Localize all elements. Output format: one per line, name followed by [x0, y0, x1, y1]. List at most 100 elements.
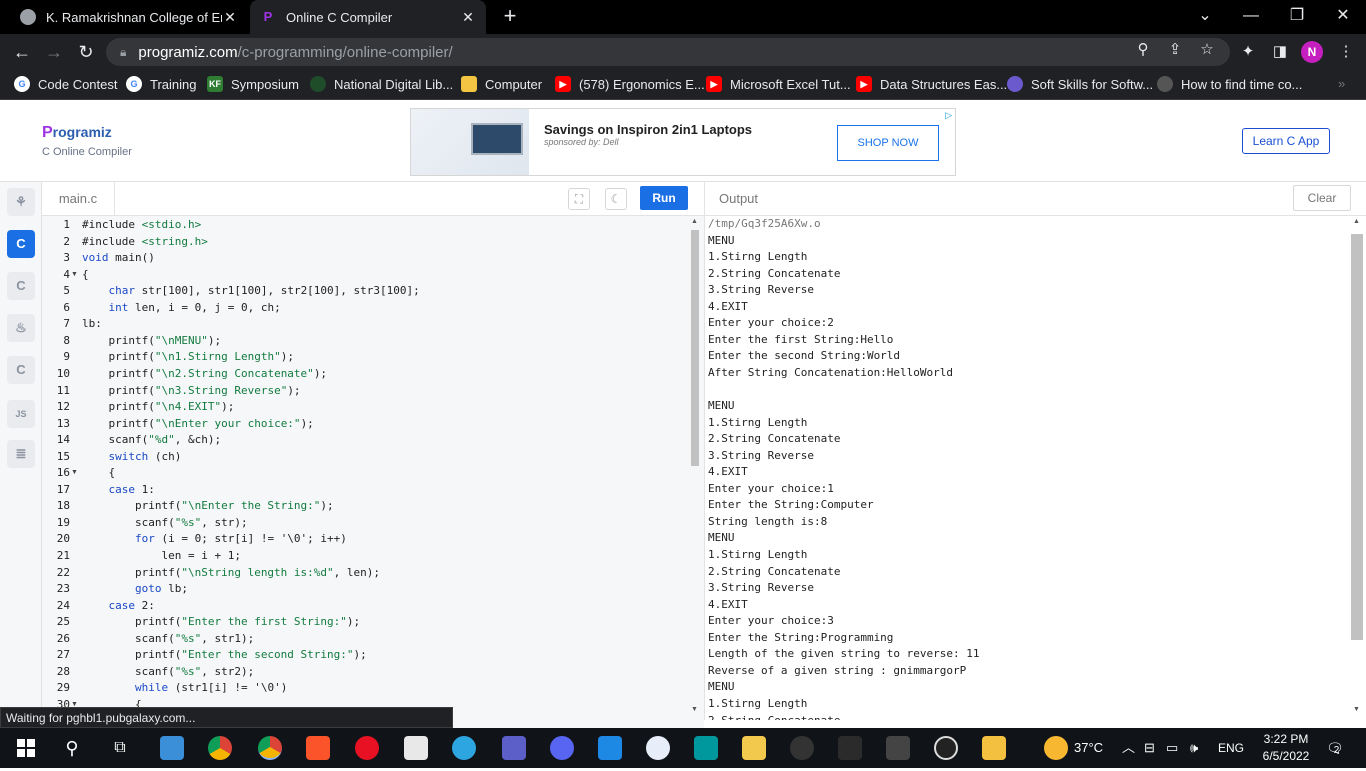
- csharp-icon[interactable]: C: [7, 356, 35, 384]
- volume-icon[interactable]: 🕪︎: [1190, 728, 1198, 768]
- arduino-icon[interactable]: [694, 736, 718, 760]
- code-line[interactable]: void main(): [82, 251, 155, 264]
- bookmark-item[interactable]: ▶ Microsoft Excel Tut...: [706, 76, 851, 92]
- address-bar[interactable]: 🔒︎ programiz.com/c-programming/online-co…: [106, 38, 1230, 66]
- reload-icon[interactable]: ↻: [74, 40, 98, 64]
- share-icon[interactable]: ⇪: [1164, 40, 1186, 58]
- code-line[interactable]: scanf("%s", str1);: [82, 632, 254, 645]
- audio-editor-icon[interactable]: [886, 736, 910, 760]
- this-pc-icon[interactable]: [160, 736, 184, 760]
- code-line[interactable]: #include <stdio.h>: [82, 218, 201, 231]
- code-line[interactable]: case 1:: [82, 483, 155, 496]
- fold-arrow-icon[interactable]: ▼: [71, 469, 78, 476]
- tab-search-icon[interactable]: ⌄: [1182, 0, 1228, 34]
- bookmark-item[interactable]: How to find time co...: [1157, 76, 1302, 92]
- code-line[interactable]: goto lb;: [82, 582, 188, 595]
- restore-icon[interactable]: ❐: [1274, 0, 1320, 34]
- code-line[interactable]: while (str1[i] != '\0'): [82, 681, 287, 694]
- python-icon[interactable]: ⚘: [7, 188, 35, 216]
- close-window-icon[interactable]: ✕: [1320, 0, 1366, 34]
- file-explorer-icon[interactable]: [982, 736, 1006, 760]
- bookmark-item[interactable]: ▶ Data Structures Eas...: [856, 76, 1007, 92]
- code-line[interactable]: scanf("%d", &ch);: [82, 433, 221, 446]
- bookmark-item[interactable]: G Training: [126, 76, 196, 92]
- code-line[interactable]: printf("\nEnter your choice:");: [82, 417, 313, 430]
- teams-icon[interactable]: [502, 736, 526, 760]
- menu-icon[interactable]: ⋮: [1334, 40, 1358, 64]
- bookmark-item[interactable]: Computer: [461, 76, 542, 92]
- code-line[interactable]: printf("\n1.Stirng Length");: [82, 350, 293, 363]
- chrome-icon[interactable]: [208, 736, 232, 760]
- search-icon[interactable]: ⚲: [60, 736, 84, 760]
- code-line[interactable]: printf("\nMENU");: [82, 334, 221, 347]
- battery-icon[interactable]: ▭: [1166, 728, 1178, 768]
- language-indicator[interactable]: ENG: [1218, 728, 1244, 768]
- code-line[interactable]: printf("\n2.String Concatenate");: [82, 367, 327, 380]
- zoom-search-icon[interactable]: ⚲: [1132, 40, 1154, 58]
- side-panel-icon[interactable]: ◨: [1268, 40, 1292, 64]
- bookmark-item[interactable]: G Code Contest: [14, 76, 118, 92]
- weather-icon[interactable]: [1044, 736, 1068, 760]
- more-bookmarks-icon[interactable]: »: [1338, 76, 1345, 91]
- c-language-icon[interactable]: C: [7, 230, 35, 258]
- advertisement-banner[interactable]: Savings on Inspiron 2in1 Laptops sponsor…: [410, 108, 956, 176]
- code-editor[interactable]: 1 2 3 4 ▼ 5 6 7 8 9 10 11 12 13 14 15 16 ▼ 17 18 19 20 21 22 23 2…: [42, 216, 704, 728]
- editor-scroll-thumb[interactable]: [691, 230, 699, 466]
- run-button[interactable]: Run: [640, 186, 688, 210]
- brave-icon[interactable]: [306, 736, 330, 760]
- bookmark-item[interactable]: Soft Skills for Softw...: [1007, 76, 1153, 92]
- browser-tab-compiler[interactable]: P Online C Compiler ✕: [250, 0, 486, 34]
- browser-tab-college[interactable]: K. Ramakrishnan College of Engir ✕: [10, 0, 248, 34]
- vscode-icon[interactable]: [598, 736, 622, 760]
- back-icon[interactable]: ←: [10, 40, 34, 64]
- code-line[interactable]: char str[100], str1[100], str2[100], str…: [82, 284, 420, 297]
- adchoices-icon[interactable]: ▷: [945, 110, 952, 121]
- chrome-profile-icon[interactable]: [258, 736, 282, 760]
- programiz-logo[interactable]: Programiz: [42, 124, 112, 142]
- output-scroll-thumb[interactable]: [1351, 234, 1363, 640]
- close-tab-icon[interactable]: ✕: [222, 9, 238, 26]
- profile-avatar[interactable]: N: [1301, 41, 1323, 63]
- code-line[interactable]: {: [82, 466, 115, 479]
- fold-arrow-icon[interactable]: ▼: [71, 271, 78, 278]
- java-icon[interactable]: ♨: [7, 314, 35, 342]
- file-tab-main[interactable]: main.c: [42, 182, 115, 216]
- media-player-icon[interactable]: [355, 736, 379, 760]
- theme-toggle-icon[interactable]: ☾: [605, 188, 627, 210]
- bookmark-item[interactable]: National Digital Lib...: [310, 76, 453, 92]
- ad-shop-now-button[interactable]: SHOP NOW: [837, 125, 939, 161]
- output-console[interactable]: /tmp/Gq3f25A6Xw.o MENU 1.Stirng Length 2.St…: [704, 216, 1366, 720]
- game-app-icon[interactable]: [838, 736, 862, 760]
- learn-c-app-button[interactable]: Learn C App: [1242, 128, 1330, 154]
- notifications-icon[interactable]: 🗨︎2: [1326, 728, 1344, 768]
- calendar-app-icon[interactable]: [742, 736, 766, 760]
- discord-icon[interactable]: [550, 736, 574, 760]
- forward-icon[interactable]: →: [42, 40, 66, 64]
- code-line[interactable]: printf("Enter the first String:");: [82, 615, 360, 628]
- code-line[interactable]: {: [82, 268, 89, 281]
- code-line[interactable]: scanf("%s", str);: [82, 516, 248, 529]
- temperature-text[interactable]: 37°C: [1074, 728, 1103, 768]
- obs-icon[interactable]: [934, 736, 958, 760]
- fullscreen-icon[interactable]: ⛶: [568, 188, 590, 210]
- bookmark-item[interactable]: KF Symposium: [207, 76, 299, 92]
- windows-start-icon[interactable]: [14, 736, 38, 760]
- tray-chevron-icon[interactable]: ︿: [1122, 728, 1135, 768]
- app-icon[interactable]: [646, 736, 670, 760]
- code-line[interactable]: printf("\n4.EXIT");: [82, 400, 234, 413]
- javascript-icon[interactable]: JS: [7, 400, 35, 428]
- extensions-icon[interactable]: ✦: [1236, 40, 1260, 64]
- code-line[interactable]: int len, i = 0, j = 0, ch;: [82, 301, 281, 314]
- code-line[interactable]: #include <string.h>: [82, 235, 208, 248]
- close-tab-icon[interactable]: ✕: [460, 9, 476, 26]
- telegram-icon[interactable]: [452, 736, 476, 760]
- davinci-icon[interactable]: [790, 736, 814, 760]
- code-line[interactable]: len = i + 1;: [82, 549, 240, 562]
- game-icon[interactable]: [404, 736, 428, 760]
- cpp-icon[interactable]: C: [7, 272, 35, 300]
- code-line[interactable]: printf("\nEnter the String:");: [82, 499, 334, 512]
- code-line[interactable]: printf("Enter the second String:");: [82, 648, 367, 661]
- code-line[interactable]: lb:: [82, 317, 102, 330]
- minimize-icon[interactable]: —: [1228, 0, 1274, 34]
- code-line[interactable]: printf("\n3.String Reverse");: [82, 384, 300, 397]
